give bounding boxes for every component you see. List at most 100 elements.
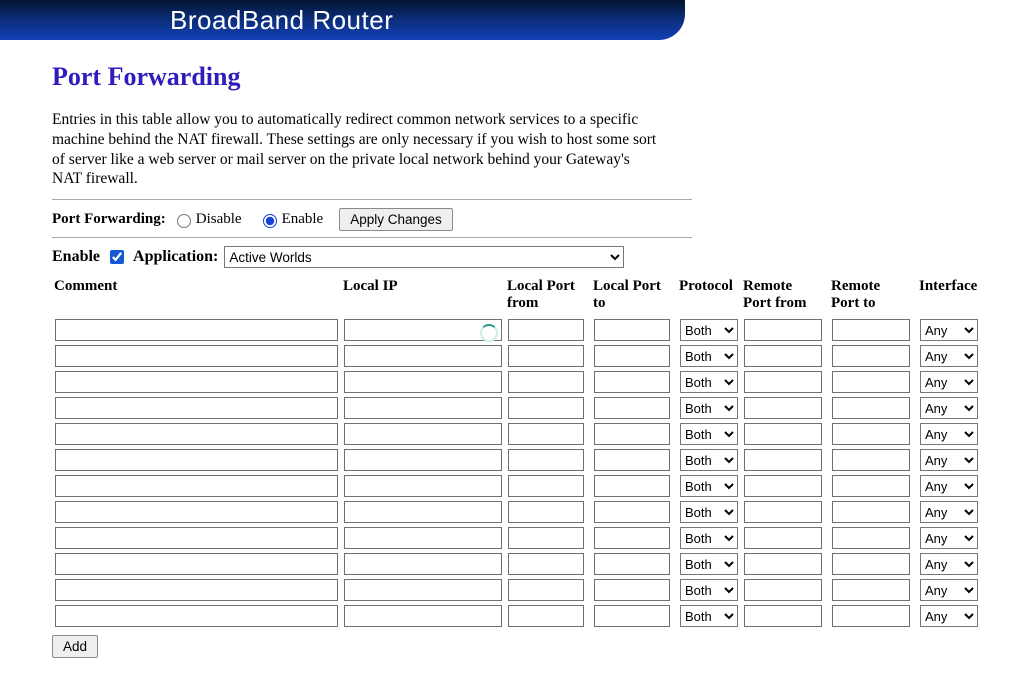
interface-select[interactable]: Any [920,579,978,601]
local-ip-input[interactable] [344,345,502,367]
local-ip-input[interactable] [344,527,502,549]
remote-port-to-input[interactable] [832,449,910,471]
local-port-from-input[interactable] [508,319,584,341]
remote-port-from-input[interactable] [744,319,822,341]
local-port-from-input[interactable] [508,527,584,549]
interface-select[interactable]: Any [920,397,978,419]
protocol-select[interactable]: Both [680,345,738,367]
remote-port-to-input[interactable] [832,527,910,549]
local-port-to-input[interactable] [594,449,670,471]
interface-select[interactable]: Any [920,371,978,393]
remote-port-from-input[interactable] [744,605,822,627]
comment-input[interactable] [55,527,338,549]
enable-radio[interactable] [263,214,277,228]
local-ip-input[interactable] [344,423,502,445]
local-port-to-input[interactable] [594,397,670,419]
local-port-to-input[interactable] [594,371,670,393]
comment-input[interactable] [55,605,338,627]
remote-port-to-input[interactable] [832,475,910,497]
protocol-select[interactable]: Both [680,397,738,419]
local-port-to-input[interactable] [594,475,670,497]
comment-input[interactable] [55,579,338,601]
remote-port-to-input[interactable] [832,501,910,523]
interface-select[interactable]: Any [920,527,978,549]
application-select[interactable]: Active Worlds [224,246,624,268]
remote-port-from-input[interactable] [744,371,822,393]
local-port-to-input[interactable] [594,605,670,627]
protocol-select[interactable]: Both [680,501,738,523]
local-port-to-input[interactable] [594,527,670,549]
local-port-from-input[interactable] [508,345,584,367]
local-port-from-input[interactable] [508,501,584,523]
local-port-from-input[interactable] [508,579,584,601]
remote-port-to-input[interactable] [832,579,910,601]
protocol-select[interactable]: Both [680,475,738,497]
comment-input[interactable] [55,449,338,471]
comment-input[interactable] [55,345,338,367]
protocol-select[interactable]: Both [680,371,738,393]
remote-port-to-input[interactable] [832,397,910,419]
enable-checkbox[interactable] [110,250,124,264]
comment-input[interactable] [55,553,338,575]
comment-input[interactable] [55,319,338,341]
protocol-select[interactable]: Both [680,579,738,601]
comment-input[interactable] [55,371,338,393]
local-port-from-input[interactable] [508,475,584,497]
comment-input[interactable] [55,397,338,419]
remote-port-to-input[interactable] [832,553,910,575]
enable-radio-label[interactable]: Enable [258,211,324,228]
protocol-select[interactable]: Both [680,527,738,549]
local-port-from-input[interactable] [508,449,584,471]
remote-port-from-input[interactable] [744,423,822,445]
local-port-from-input[interactable] [508,397,584,419]
local-port-from-input[interactable] [508,371,584,393]
local-port-to-input[interactable] [594,345,670,367]
local-ip-input[interactable] [344,449,502,471]
local-port-from-input[interactable] [508,423,584,445]
remote-port-from-input[interactable] [744,527,822,549]
local-ip-input[interactable] [344,319,502,341]
remote-port-from-input[interactable] [744,553,822,575]
remote-port-from-input[interactable] [744,501,822,523]
remote-port-from-input[interactable] [744,345,822,367]
local-ip-input[interactable] [344,553,502,575]
apply-changes-button[interactable]: Apply Changes [339,208,453,231]
interface-select[interactable]: Any [920,319,978,341]
disable-radio-label[interactable]: Disable [172,211,242,228]
local-ip-input[interactable] [344,579,502,601]
protocol-select[interactable]: Both [680,423,738,445]
interface-select[interactable]: Any [920,501,978,523]
local-port-to-input[interactable] [594,423,670,445]
comment-input[interactable] [55,501,338,523]
protocol-select[interactable]: Both [680,319,738,341]
interface-select[interactable]: Any [920,423,978,445]
add-button[interactable]: Add [52,635,98,658]
comment-input[interactable] [55,423,338,445]
remote-port-to-input[interactable] [832,605,910,627]
local-port-to-input[interactable] [594,553,670,575]
interface-select[interactable]: Any [920,345,978,367]
interface-select[interactable]: Any [920,449,978,471]
interface-select[interactable]: Any [920,553,978,575]
local-port-from-input[interactable] [508,605,584,627]
protocol-select[interactable]: Both [680,605,738,627]
local-ip-input[interactable] [344,397,502,419]
interface-select[interactable]: Any [920,475,978,497]
disable-radio[interactable] [177,214,191,228]
local-ip-input[interactable] [344,605,502,627]
protocol-select[interactable]: Both [680,449,738,471]
comment-input[interactable] [55,475,338,497]
remote-port-from-input[interactable] [744,475,822,497]
local-port-from-input[interactable] [508,553,584,575]
local-ip-input[interactable] [344,501,502,523]
remote-port-to-input[interactable] [832,371,910,393]
local-ip-input[interactable] [344,371,502,393]
protocol-select[interactable]: Both [680,553,738,575]
remote-port-to-input[interactable] [832,319,910,341]
remote-port-to-input[interactable] [832,345,910,367]
remote-port-from-input[interactable] [744,579,822,601]
local-port-to-input[interactable] [594,501,670,523]
local-ip-input[interactable] [344,475,502,497]
interface-select[interactable]: Any [920,605,978,627]
local-port-to-input[interactable] [594,579,670,601]
